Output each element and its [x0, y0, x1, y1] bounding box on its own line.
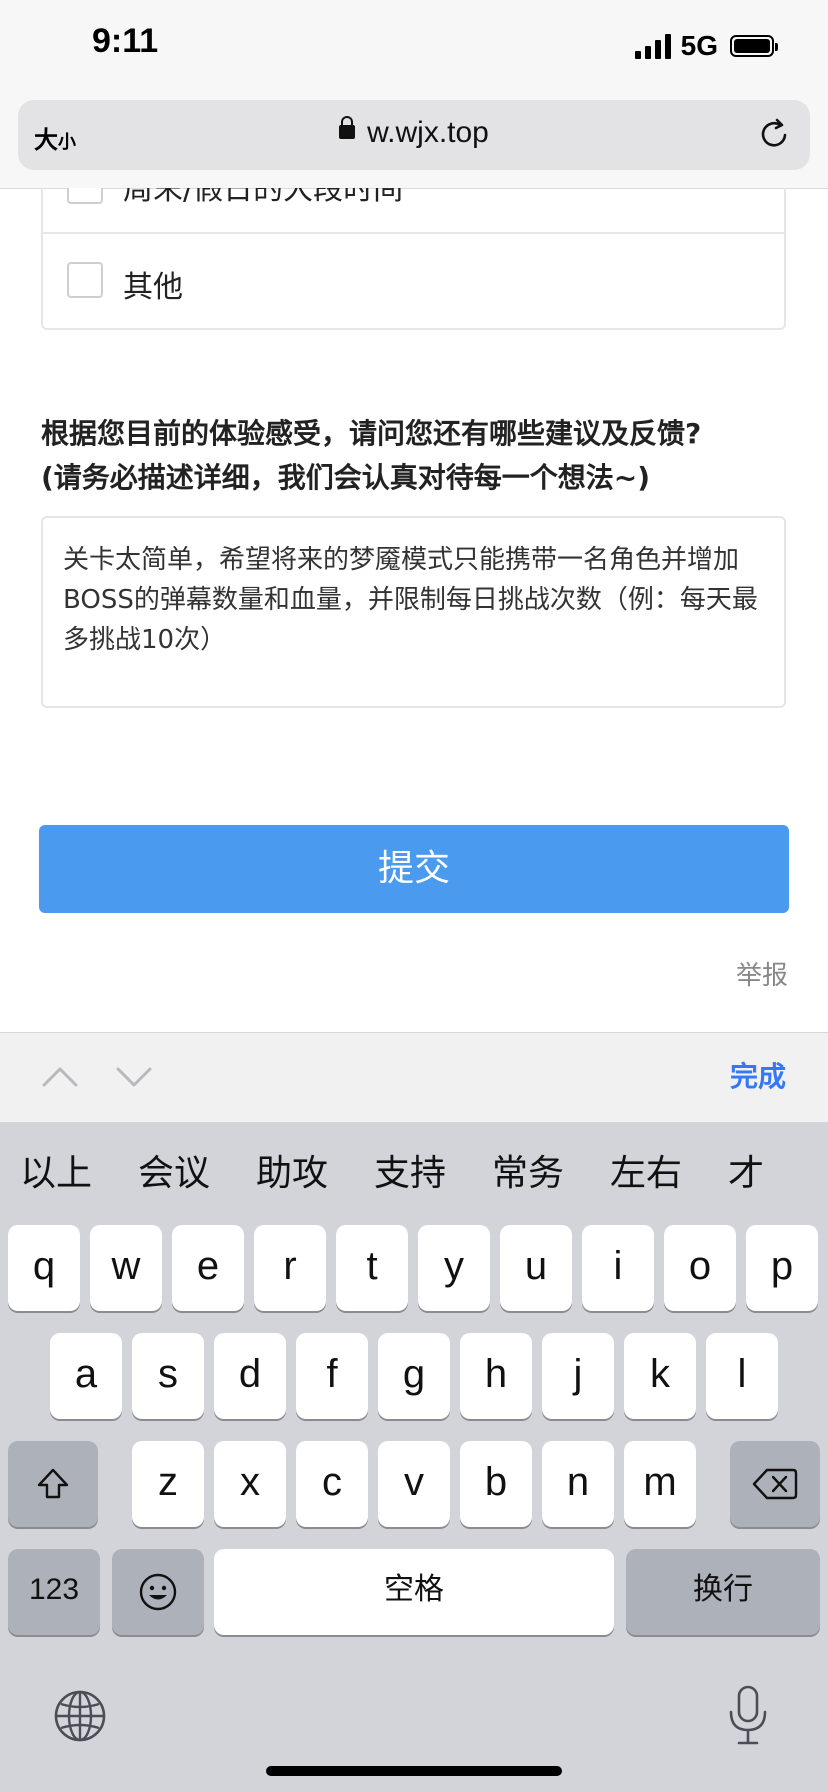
space-key[interactable]: 空格: [214, 1549, 614, 1635]
shift-icon: [37, 1468, 69, 1499]
suggestion-bar: 以上 会议 助攻 支持 常务 左右 才: [0, 1144, 828, 1204]
key-f[interactable]: f: [296, 1333, 368, 1419]
address-bar[interactable]: 大小 w.wjx.top: [18, 100, 810, 170]
key-w[interactable]: w: [90, 1225, 162, 1311]
status-time: 9:11: [92, 22, 159, 60]
key-s[interactable]: s: [132, 1333, 204, 1419]
suggestion-item[interactable]: 支持: [374, 1144, 446, 1196]
key-l[interactable]: l: [706, 1333, 778, 1419]
globe-icon[interactable]: [52, 1688, 108, 1744]
key-c[interactable]: c: [296, 1441, 368, 1527]
backspace-icon: [752, 1468, 798, 1500]
microphone-icon[interactable]: [726, 1684, 770, 1748]
return-key[interactable]: 换行: [626, 1549, 820, 1635]
report-link[interactable]: 举报: [736, 955, 788, 992]
reload-icon[interactable]: [756, 116, 792, 152]
key-a[interactable]: a: [50, 1333, 122, 1419]
emoji-key[interactable]: [112, 1549, 204, 1635]
next-field-icon[interactable]: [112, 1055, 156, 1099]
key-q[interactable]: q: [8, 1225, 80, 1311]
suggestion-item[interactable]: 才: [728, 1144, 764, 1196]
option-other[interactable]: 其他: [41, 234, 786, 330]
option-label: 周末/假日的大段时间: [123, 188, 404, 207]
key-r[interactable]: r: [254, 1225, 326, 1311]
key-x[interactable]: x: [214, 1441, 286, 1527]
key-j[interactable]: j: [542, 1333, 614, 1419]
key-o[interactable]: o: [664, 1225, 736, 1311]
suggestion-item[interactable]: 左右: [610, 1144, 682, 1196]
key-e[interactable]: e: [172, 1225, 244, 1311]
suggestion-item[interactable]: 助攻: [256, 1144, 328, 1196]
checkbox[interactable]: [67, 188, 103, 204]
done-button[interactable]: 完成: [730, 1055, 786, 1095]
key-m[interactable]: m: [624, 1441, 696, 1527]
battery-icon: [730, 35, 778, 57]
key-y[interactable]: y: [418, 1225, 490, 1311]
status-bar: 9:11 5G: [0, 0, 828, 96]
key-d[interactable]: d: [214, 1333, 286, 1419]
url-text: w.wjx.top: [367, 116, 489, 149]
cellular-signal-icon: [634, 33, 671, 59]
option-label: 其他: [123, 270, 183, 305]
submit-button[interactable]: 提交: [39, 825, 789, 913]
delete-key[interactable]: [730, 1441, 820, 1527]
key-b[interactable]: b: [460, 1441, 532, 1527]
browser-toolbar: 大小 w.wjx.top: [0, 96, 828, 189]
key-v[interactable]: v: [378, 1441, 450, 1527]
question-line-1: 根据您目前的体验感受，请问您还有哪些建议及反馈?: [41, 417, 702, 450]
network-type: 5G: [680, 30, 718, 61]
key-h[interactable]: h: [460, 1333, 532, 1419]
keyboard-accessory-bar: 完成: [0, 1032, 828, 1123]
status-indicators: 5G: [634, 30, 778, 62]
suggestion-item[interactable]: 以上: [20, 1144, 92, 1196]
home-indicator: [266, 1766, 562, 1776]
option-weekend[interactable]: 周末/假日的大段时间: [41, 188, 786, 234]
key-p[interactable]: p: [746, 1225, 818, 1311]
shift-key[interactable]: [8, 1441, 98, 1527]
key-n[interactable]: n: [542, 1441, 614, 1527]
question-title: 根据您目前的体验感受，请问您还有哪些建议及反馈? (请务必描述详细，我们会认真对…: [41, 412, 791, 500]
emoji-icon: [139, 1573, 177, 1611]
question-line-2: (请务必描述详细，我们会认真对待每一个想法~): [41, 461, 651, 494]
numbers-key[interactable]: 123: [8, 1549, 100, 1635]
suggestion-item[interactable]: 常务: [492, 1144, 564, 1196]
key-u[interactable]: u: [500, 1225, 572, 1311]
suggestion-item[interactable]: 会议: [138, 1144, 210, 1196]
answer-textarea[interactable]: 关卡太简单，希望将来的梦魇模式只能携带一名角色并增加BOSS的弹幕数量和血量，并…: [41, 516, 786, 708]
key-z[interactable]: z: [132, 1441, 204, 1527]
lock-icon: [339, 116, 356, 140]
url-display[interactable]: w.wjx.top: [18, 116, 810, 150]
key-i[interactable]: i: [582, 1225, 654, 1311]
key-g[interactable]: g: [378, 1333, 450, 1419]
key-k[interactable]: k: [624, 1333, 696, 1419]
previous-field-icon[interactable]: [38, 1055, 82, 1099]
checkbox[interactable]: [67, 262, 103, 298]
key-t[interactable]: t: [336, 1225, 408, 1311]
